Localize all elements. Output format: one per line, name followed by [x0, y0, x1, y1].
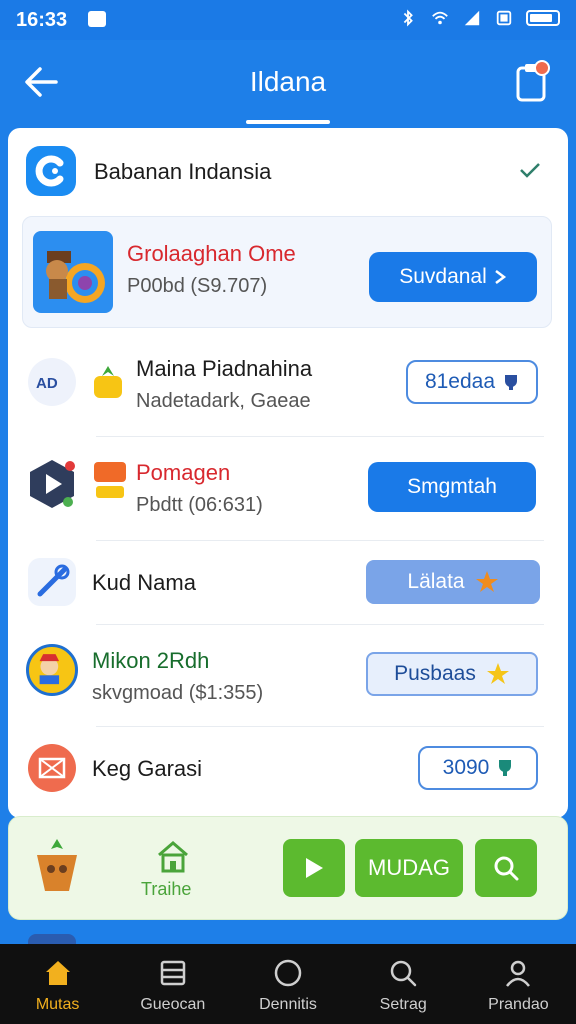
title-underline — [246, 120, 330, 124]
circle-icon — [274, 959, 302, 987]
divider — [96, 540, 544, 541]
button-label: 3090 — [442, 756, 490, 779]
pineapple-icon — [94, 366, 122, 398]
screen-icon — [496, 10, 512, 26]
list-item[interactable]: Keg Garasi 3090 — [8, 730, 568, 812]
button-label: Lälata — [407, 570, 465, 593]
item-title: Pomagen — [136, 460, 231, 485]
chevron-right-icon — [495, 270, 506, 284]
item-title: Kud Nama — [92, 570, 196, 595]
bottom-navigation: Mutas Gueocan Dennitis Setrag Prandao — [0, 944, 576, 1024]
status-bar: 16:33 — [0, 0, 576, 40]
video-player-icon — [30, 460, 75, 508]
nav-item-home[interactable]: Mutas — [0, 944, 115, 1024]
item-subtitle: P00bd (S9.707) — [127, 275, 268, 297]
list-item[interactable]: Grolaaghan Ome P00bd (S9.707) Suvdanal — [22, 216, 552, 328]
nav-label: Mutas — [35, 996, 80, 1013]
nav-label: Setrag — [379, 996, 427, 1013]
item-subtitle: skvgmoad ($1:355) — [92, 682, 264, 704]
link-icon — [28, 558, 76, 606]
play-button[interactable] — [283, 839, 345, 897]
nav-label: Dennitis — [259, 996, 317, 1013]
item-title: Keg Garasi — [92, 756, 203, 781]
item-subtitle: Pbdtt (06:631) — [136, 494, 263, 516]
notification-badge — [534, 60, 550, 76]
app-list-card: Babanan Indansia Grolaaghan Ome P00bd (S… — [8, 128, 568, 818]
app-logo-icon — [26, 146, 76, 196]
card-title: Babanan Indansia — [94, 159, 272, 184]
card-header[interactable]: Babanan Indansia — [8, 128, 568, 214]
play-icon — [306, 858, 323, 878]
signal-icon — [464, 10, 480, 26]
search-button[interactable] — [475, 839, 537, 897]
gift-box-icon — [94, 462, 126, 498]
promo-bar: Traihe MUDAG — [8, 816, 568, 920]
suvdanal-button[interactable]: Suvdanal — [369, 252, 537, 302]
list-item[interactable]: Pomagen Pbdtt (06:631) Smgmtah — [8, 440, 568, 540]
smgmtah-button[interactable]: Smgmtah — [368, 462, 536, 512]
ad-badge-icon: AD — [28, 358, 76, 406]
item-title: Maina Piadnahina — [136, 356, 313, 381]
item-title: Mikon 2Rdh — [92, 648, 210, 673]
divider — [96, 624, 544, 625]
mudag-button[interactable]: MUDAG — [355, 839, 463, 897]
divider — [96, 726, 544, 727]
nav-item-circle[interactable]: Dennitis — [230, 944, 345, 1024]
fruit-basket-icon — [37, 839, 77, 891]
page-title: Ildana — [249, 66, 327, 97]
status-icons — [398, 9, 560, 27]
home-icon — [45, 961, 70, 985]
star-icon — [486, 663, 509, 684]
install-button[interactable]: 81edaa — [406, 360, 538, 404]
list-item[interactable]: Kud Nama Lälata — [8, 544, 568, 626]
status-time: 16:33 — [16, 9, 68, 31]
nav-item-profile[interactable]: Prandao — [461, 944, 576, 1024]
search-icon — [390, 960, 417, 987]
item-subtitle: Nadetadark, Gaeae — [136, 390, 311, 412]
avatar — [26, 644, 78, 696]
bluetooth-icon — [403, 9, 413, 27]
nav-label: Gueocan — [140, 996, 206, 1013]
checkmark-icon[interactable] — [518, 158, 542, 182]
install-button[interactable]: 3090 — [418, 746, 538, 790]
list-icon — [160, 960, 186, 986]
home-icon[interactable] — [155, 839, 191, 875]
pusbaas-button[interactable]: Pusbaas — [366, 652, 538, 696]
wifi-icon — [432, 11, 448, 25]
item-title: Grolaaghan Ome — [127, 241, 296, 266]
nav-item-search[interactable]: Setrag — [346, 944, 461, 1024]
nav-item-list[interactable]: Gueocan — [115, 944, 230, 1024]
trophy-icon — [499, 760, 512, 776]
game-thumbnail-icon — [33, 231, 113, 313]
divider — [96, 436, 544, 437]
button-label: Suvdanal — [399, 265, 487, 288]
button-label: Pusbaas — [394, 662, 476, 685]
search-icon — [494, 856, 519, 881]
star-icon — [475, 571, 498, 592]
list-item[interactable]: AD Maina Piadnahina Nadetadark, Gaeae 81… — [8, 338, 568, 438]
button-label: 81edaa — [424, 370, 496, 393]
list-item[interactable]: Mikon 2Rdh skvgmoad ($1:355) Pusbaas — [8, 628, 568, 726]
button-label: Smgmtah — [407, 475, 497, 498]
person-icon — [506, 960, 531, 987]
svg-text:AD: AD — [36, 375, 58, 392]
mail-icon — [28, 744, 76, 792]
nav-label: Prandao — [488, 996, 549, 1013]
trophy-icon — [505, 375, 518, 390]
lalata-button[interactable]: Lälata — [366, 560, 540, 604]
home-label: Traihe — [141, 879, 192, 899]
top-app-bar: Ildana — [0, 40, 576, 130]
gallery-notification-icon — [88, 11, 106, 27]
battery-icon — [526, 10, 560, 26]
